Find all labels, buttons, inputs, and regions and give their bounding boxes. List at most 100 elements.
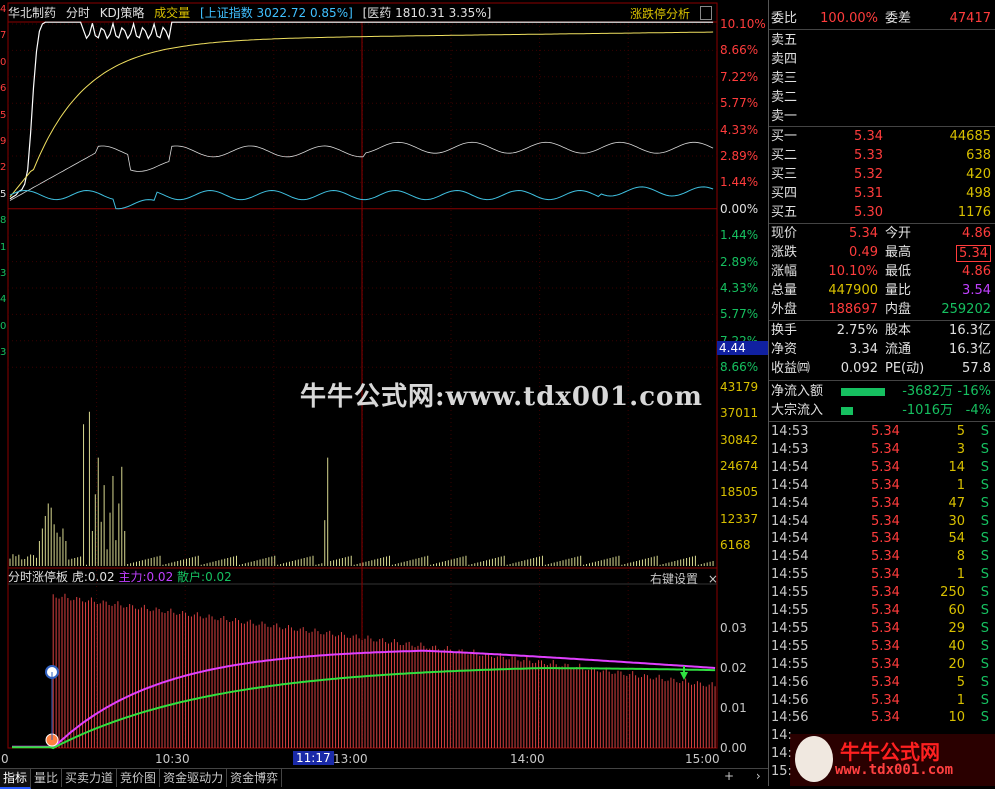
tick-row[interactable]: 14:55 5.34 20 S xyxy=(771,656,993,674)
price-axis-label: 5.77% xyxy=(720,307,758,321)
tick-price: 5.34 xyxy=(871,513,900,531)
fund-label-2: PE(动) xyxy=(885,360,924,378)
buy-row[interactable]: 买二 5.33 638 xyxy=(771,147,993,165)
tick-row[interactable]: 14:54 5.34 47 S xyxy=(771,495,993,513)
flow-value: -3682万 xyxy=(902,383,953,401)
scroll-toggle-button[interactable] xyxy=(700,6,712,20)
buy-row[interactable]: 买一 5.34 44685 xyxy=(771,128,993,146)
tab-nav: + › xyxy=(724,769,761,783)
tick-row[interactable]: 14:55 5.34 60 S xyxy=(771,602,993,620)
tick-volume: 1 xyxy=(957,692,965,710)
bottom-tabs: 指标 量比 买卖力道 竞价图 资金驱动力 资金博弈 xyxy=(0,768,768,787)
quote-row: 外盘 188697 内盘 259202 xyxy=(771,301,993,319)
fund-value: 2.75% xyxy=(837,322,878,340)
tick-side: S xyxy=(981,566,989,584)
indicator-name[interactable]: 分时涨停板 xyxy=(8,570,68,584)
tick-row[interactable]: 14:54 5.34 1 S xyxy=(771,477,993,495)
strategy-label[interactable]: KDJ策略 xyxy=(100,6,145,20)
index-info[interactable]: [上证指数 3022.72 0.85%] xyxy=(200,6,353,20)
watermark: 牛牛公式网:www.tdx001.com xyxy=(300,376,703,413)
buy-row[interactable]: 买三 5.32 420 xyxy=(771,166,993,184)
price-axis-label: 5.77% xyxy=(720,96,758,110)
fund-row: 净资 3.34 流通 16.3亿 xyxy=(771,341,993,359)
tick-row[interactable]: 14:53 5.34 5 S xyxy=(771,423,993,441)
tick-row[interactable]: 14:55 5.34 1 S xyxy=(771,566,993,584)
tick-side: S xyxy=(981,656,989,674)
limit-analysis-button[interactable]: 涨跌停分析 xyxy=(630,5,690,22)
tick-time: 14:55 xyxy=(771,656,808,674)
tab-fund-game[interactable]: 资金博弈 xyxy=(227,769,282,787)
tick-volume: 20 xyxy=(948,656,965,674)
buy-price: 5.30 xyxy=(854,204,883,222)
tick-row[interactable]: 14:55 5.34 40 S xyxy=(771,638,993,656)
tab-buy-sell-force[interactable]: 买卖力道 xyxy=(62,769,117,787)
quote-value-2: 4.86 xyxy=(962,225,991,243)
quote-label-2: 量比 xyxy=(885,282,911,300)
tab-auction[interactable]: 竞价图 xyxy=(117,769,160,787)
tick-volume: 3 xyxy=(957,441,965,459)
mode-label[interactable]: 分时 xyxy=(66,6,90,20)
sell-row[interactable]: 卖一 xyxy=(771,108,993,126)
fund-row: 换手 2.75% 股本 16.3亿 xyxy=(771,322,993,340)
flow-label: 净流入额 xyxy=(771,383,823,401)
tick-row[interactable]: 14:54 5.34 54 S xyxy=(771,530,993,548)
next-tab-icon[interactable]: › xyxy=(756,769,761,783)
quote-label: 涨跌 xyxy=(771,244,797,262)
tick-price: 5.34 xyxy=(871,423,900,441)
sell-row[interactable]: 卖三 xyxy=(771,70,993,88)
indicator-axis-label: 0.01 xyxy=(720,701,747,715)
flow-label: 大宗流入 xyxy=(771,402,823,420)
time-1400: 14:00 xyxy=(510,752,545,766)
tick-time: 14:54 xyxy=(771,548,808,566)
fund-label: 收益㈣ xyxy=(771,360,810,378)
sell-row[interactable]: 卖五 xyxy=(771,32,993,50)
quote-label-2: 内盘 xyxy=(885,301,911,319)
sell-row[interactable]: 卖二 xyxy=(771,89,993,107)
tick-time: 14:54 xyxy=(771,513,808,531)
tick-time: 14:55 xyxy=(771,620,808,638)
fund-label-2: 流通 xyxy=(885,341,911,359)
tick-time: 14:54 xyxy=(771,495,808,513)
tick-row[interactable]: 14:53 5.34 3 S xyxy=(771,441,993,459)
quote-value: 447900 xyxy=(828,282,878,300)
main-label: 主力: xyxy=(118,570,146,584)
tab-fund-drive[interactable]: 资金驱动力 xyxy=(160,769,227,787)
hu-label: 虎: xyxy=(72,570,88,584)
tick-time: 14:55 xyxy=(771,638,808,656)
quote-value: 5.34 xyxy=(849,225,878,243)
sector-info[interactable]: [医药 1810.31 3.35%] xyxy=(363,6,492,20)
buy-row[interactable]: 买四 5.31 498 xyxy=(771,185,993,203)
tick-row[interactable]: 14:55 5.34 29 S xyxy=(771,620,993,638)
add-tab-button[interactable]: + xyxy=(724,769,734,783)
tick-row[interactable]: 14:56 5.34 10 S xyxy=(771,709,993,727)
tick-side: S xyxy=(981,423,989,441)
quote-value-2: 4.86 xyxy=(962,263,991,281)
tick-row[interactable]: 14:54 5.34 30 S xyxy=(771,513,993,531)
tick-row[interactable]: 14:54 5.34 14 S xyxy=(771,459,993,477)
close-icon[interactable]: × xyxy=(708,572,718,586)
tick-row[interactable]: 14:55 5.34 250 S xyxy=(771,584,993,602)
tick-row[interactable]: 14:56 5.34 5 S xyxy=(771,674,993,692)
stock-name[interactable]: 华北制药 xyxy=(8,6,56,20)
sell-row[interactable]: 卖四 xyxy=(771,51,993,69)
tick-row[interactable]: 14:54 5.34 8 S xyxy=(771,548,993,566)
buy-row[interactable]: 买五 5.30 1176 xyxy=(771,204,993,222)
fund-label-2: 股本 xyxy=(885,322,911,340)
tick-price: 5.34 xyxy=(871,495,900,513)
tick-price: 5.34 xyxy=(871,566,900,584)
tab-indicator[interactable]: 指标 xyxy=(0,769,31,789)
tick-time: 14:55 xyxy=(771,566,808,584)
buy-label: 买三 xyxy=(771,166,797,184)
volume-axis-label: 37011 xyxy=(720,406,758,420)
right-click-settings[interactable]: 右键设置 xyxy=(650,572,698,586)
price-axis-label: 8.66% xyxy=(720,360,758,374)
indicator-settings[interactable]: 右键设置 × xyxy=(650,570,718,587)
price-axis-left-label: 4 xyxy=(0,4,6,16)
volume-axis-label: 24674 xyxy=(720,459,758,473)
tick-row[interactable]: 14:56 5.34 1 S xyxy=(771,692,993,710)
retail-value: 0.02 xyxy=(205,570,232,584)
tick-side: S xyxy=(981,548,989,566)
tab-volume-ratio[interactable]: 量比 xyxy=(31,769,62,787)
tick-side: S xyxy=(981,709,989,727)
fund-label: 换手 xyxy=(771,322,797,340)
